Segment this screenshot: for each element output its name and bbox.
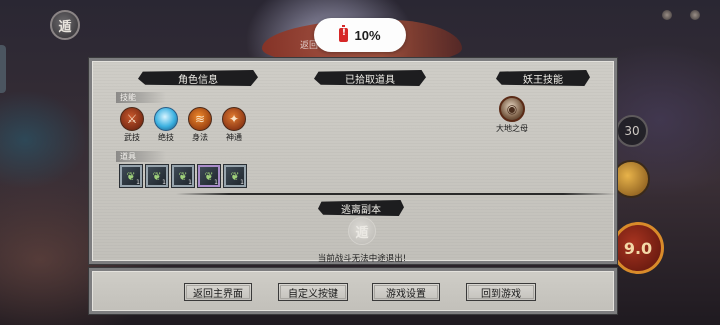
skill-ultimate[interactable]: 绝技	[152, 107, 180, 143]
prop-count: 1	[188, 179, 192, 186]
battery-toast: 10%	[314, 18, 406, 52]
divine-skill-icon: ✦	[222, 107, 246, 131]
escape-dungeon-header: 逃离副本	[318, 200, 404, 216]
menu-action-bar: 返回主界面 自定义按键 游戏设置 回到游戏	[89, 268, 617, 314]
boss-skill-header: 妖王技能	[496, 70, 590, 86]
return-main-menu-button[interactable]: 返回主界面	[184, 283, 252, 301]
skill-divine[interactable]: ✦ 神通	[220, 107, 248, 143]
movement-skill-icon: ≋	[188, 107, 212, 131]
cooldown-counter[interactable]: 30	[616, 115, 648, 147]
earth-mother-icon: ◉	[499, 96, 525, 122]
picked-items-header: 已拾取道具	[314, 70, 426, 86]
game-settings-button[interactable]: 游戏设置	[372, 283, 440, 301]
prop-slot[interactable]: ❦ 1	[224, 165, 246, 187]
prop-slot[interactable]: ❦ 1	[172, 165, 194, 187]
skills-section-label: 技能	[116, 92, 166, 103]
battery-percent: 10%	[354, 27, 381, 43]
skill-martial[interactable]: ⚔ 武技	[118, 107, 146, 143]
herb-icon: ❦	[230, 169, 240, 183]
escape-dungeon-button[interactable]: 遁	[348, 217, 376, 245]
escape-hud-button[interactable]: 遁	[50, 10, 80, 40]
herb-icon: ❦	[126, 169, 136, 183]
herb-icon: ❦	[152, 169, 162, 183]
prop-slot[interactable]: ❦ 1	[120, 165, 142, 187]
prop-slot[interactable]: ❦ 1	[198, 165, 220, 187]
skill-name: 神通	[226, 133, 242, 142]
skill-name: 武技	[124, 133, 140, 142]
skill-name: 身法	[192, 133, 208, 142]
hud-indicator-icon	[690, 10, 700, 20]
section-divider	[176, 193, 616, 195]
skill-movement[interactable]: ≋ 身法	[186, 107, 214, 143]
side-drawer-handle[interactable]	[0, 45, 6, 93]
custom-keys-button[interactable]: 自定义按键	[278, 283, 348, 301]
ultimate-hud-button[interactable]: 9.0	[612, 222, 664, 274]
pause-info-panel: 角色信息 已拾取道具 妖王技能 技能 ⚔ 武技 绝技 ≋ 身法 ✦ 神通 道具 …	[89, 58, 617, 264]
escape-disabled-note: 当前战斗无法中途退出!	[317, 254, 407, 264]
martial-skill-icon: ⚔	[120, 107, 144, 131]
boss-skill-name: 大地之母	[496, 124, 528, 133]
battery-low-icon	[339, 25, 349, 42]
prop-count: 1	[162, 179, 166, 186]
hud-indicator-icon	[662, 10, 672, 20]
boss-skill-earth-mother[interactable]: ◉ 大地之母	[492, 96, 532, 134]
prop-count: 1	[136, 179, 140, 186]
return-to-game-button[interactable]: 回到游戏	[466, 283, 536, 301]
herb-icon: ❦	[178, 169, 188, 183]
prop-slot[interactable]: ❦ 1	[146, 165, 168, 187]
prop-count: 1	[240, 179, 244, 186]
props-section-label: 道具	[116, 151, 166, 162]
ultimate-skill-icon	[154, 107, 178, 131]
prop-count: 1	[214, 179, 218, 186]
gold-skill-icon[interactable]	[612, 160, 650, 198]
skill-name: 绝技	[158, 133, 174, 142]
herb-icon: ❦	[204, 169, 214, 183]
role-info-header: 角色信息	[138, 70, 258, 86]
